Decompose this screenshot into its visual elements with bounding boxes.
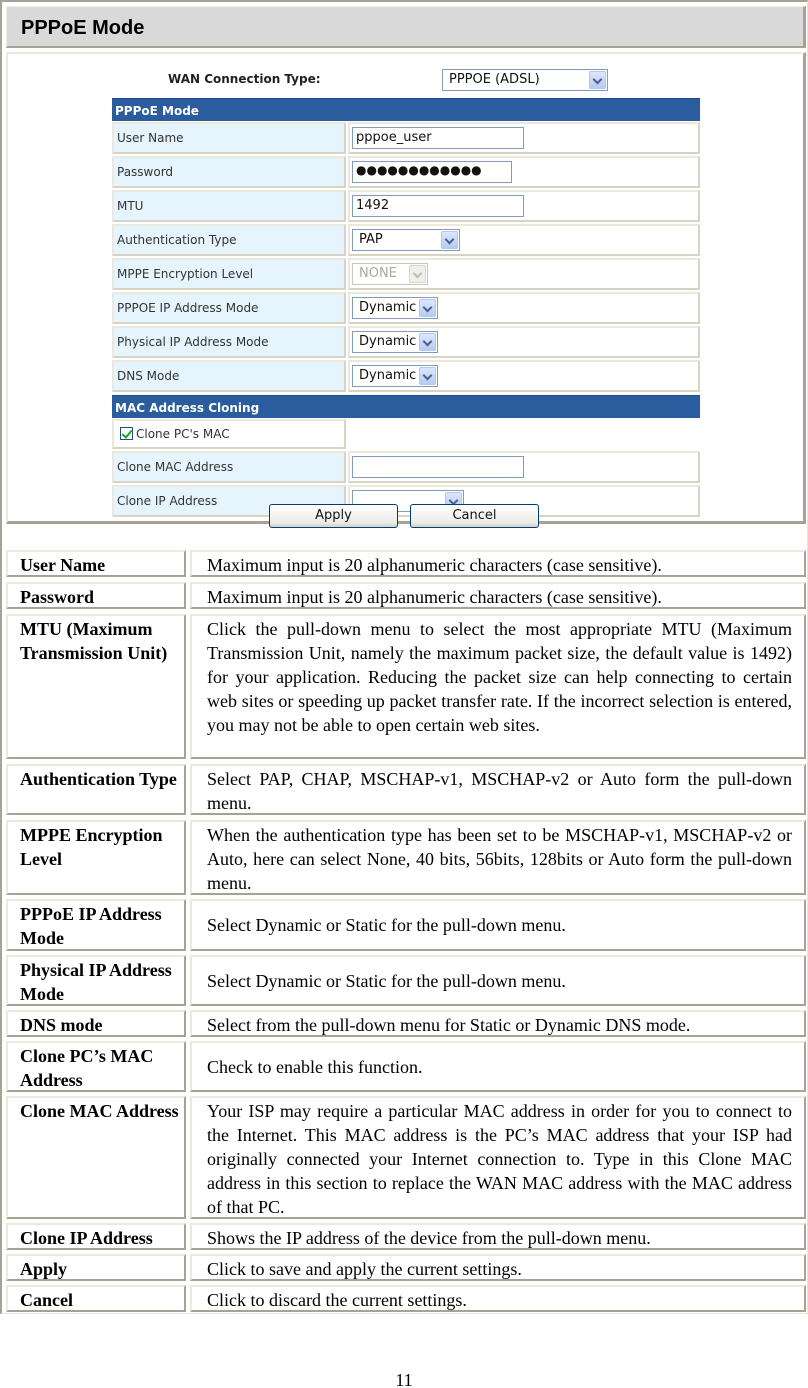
description-term: DNS mode xyxy=(6,1010,186,1037)
description-row: Clone MAC Address Your ISP may require a… xyxy=(6,1096,806,1219)
form-row-clone-ip-address: Clone IP Address xyxy=(112,485,700,518)
description-text: Select Dynamic or Static for the pull-do… xyxy=(190,899,806,951)
form-row-auth-type: Authentication Type PAP xyxy=(112,224,700,257)
description-text: Select Dynamic or Static for the pull-do… xyxy=(190,955,806,1006)
mac-cloning-section-header: MAC Address Cloning xyxy=(112,395,700,418)
physical-ip-mode-select[interactable]: Dynamic xyxy=(352,331,438,353)
physical-ip-mode-value: Dynamic xyxy=(359,334,417,349)
description-row: PPPoE IP Address Mode Select Dynamic or … xyxy=(6,899,806,951)
apply-button[interactable]: Apply xyxy=(269,504,398,528)
form-row-physical-ip-mode: Physical IP Address Mode Dynamic xyxy=(112,326,700,359)
description-term: Apply xyxy=(6,1254,186,1281)
description-term: Clone MAC Address xyxy=(6,1096,186,1219)
wan-connection-type-select[interactable]: PPPOE (ADSL) xyxy=(442,69,608,91)
description-row: MPPE Encryption Level When the authentic… xyxy=(6,820,806,895)
description-term: User Name xyxy=(6,550,186,577)
pppoe-ip-mode-select[interactable]: Dynamic xyxy=(352,297,438,319)
mppe-value: NONE xyxy=(359,266,397,281)
pppoe-form: PPPoE Mode User Name pppoe_user Password… xyxy=(112,98,700,518)
description-row: Cancel Click to discard the current sett… xyxy=(6,1285,806,1312)
dns-mode-select[interactable]: Dynamic xyxy=(352,365,438,387)
form-row-dns-mode: DNS Mode Dynamic xyxy=(112,360,700,393)
password-label: Password xyxy=(112,156,346,188)
description-row: DNS mode Select from the pull-down menu … xyxy=(6,1010,806,1037)
chevron-down-icon xyxy=(589,71,606,89)
mtu-input[interactable]: 1492 xyxy=(352,195,524,217)
description-row: Physical IP Address Mode Select Dynamic … xyxy=(6,955,806,1006)
description-term: Physical IP Address Mode xyxy=(6,955,186,1006)
document-table: PPPoE Mode WAN Connection Type: PPPOE (A… xyxy=(0,0,808,1314)
page-number: 11 xyxy=(395,1370,413,1388)
clone-mac-address-label: Clone MAC Address xyxy=(112,451,346,483)
description-term: Password xyxy=(6,582,186,609)
physical-ip-mode-label: Physical IP Address Mode xyxy=(112,326,346,358)
password-input[interactable]: ●●●●●●●●●●●● xyxy=(352,161,512,183)
clone-pc-mac-checkbox-cell[interactable]: Clone PC's MAC xyxy=(112,419,346,449)
description-term: Authentication Type xyxy=(6,764,186,815)
description-row: MTU (Maximum Transmission Unit) Click th… xyxy=(6,614,806,759)
description-term: PPPoE IP Address Mode xyxy=(6,899,186,951)
description-text: Your ISP may require a particular MAC ad… xyxy=(190,1096,806,1219)
mtu-label: MTU xyxy=(112,190,346,222)
section-title: PPPoE Mode xyxy=(6,6,806,48)
description-text: Shows the IP address of the device from … xyxy=(190,1223,806,1250)
description-text: Click to save and apply the current sett… xyxy=(190,1254,806,1281)
form-row-clone-mac-address: Clone MAC Address xyxy=(112,451,700,484)
form-row-user-name: User Name pppoe_user xyxy=(112,122,700,155)
description-term: Cancel xyxy=(6,1285,186,1312)
description-text: Click to discard the current settings. xyxy=(190,1285,806,1312)
description-text: Check to enable this function. xyxy=(190,1041,806,1092)
form-row-pppoe-ip-mode: PPPOE IP Address Mode Dynamic xyxy=(112,292,700,325)
description-row: User Name Maximum input is 20 alphanumer… xyxy=(6,550,806,577)
router-ui-screenshot: WAN Connection Type: PPPOE (ADSL) PPPoE … xyxy=(6,52,806,528)
chevron-down-icon xyxy=(441,231,458,249)
clone-pc-mac-label: Clone PC's MAC xyxy=(136,427,230,441)
dns-mode-label: DNS Mode xyxy=(112,360,346,392)
form-row-clone-pc-mac: Clone PC's MAC xyxy=(112,419,700,450)
user-name-input[interactable]: pppoe_user xyxy=(352,127,524,149)
description-text: Maximum input is 20 alphanumeric charact… xyxy=(190,550,806,577)
description-text: Select PAP, CHAP, MSCHAP-v1, MSCHAP-v2 o… xyxy=(190,764,806,815)
mppe-select: NONE xyxy=(352,263,428,285)
description-term: Clone PC’s MAC Address xyxy=(6,1041,186,1092)
chevron-down-icon xyxy=(419,367,436,385)
wan-connection-type-value: PPPOE (ADSL) xyxy=(449,72,540,87)
pppoe-ip-mode-value: Dynamic xyxy=(359,300,417,315)
description-row: Clone IP Address Shows the IP address of… xyxy=(6,1223,806,1250)
description-term: Clone IP Address xyxy=(6,1223,186,1250)
pppoe-section-header: PPPoE Mode xyxy=(112,98,700,121)
form-row-password: Password ●●●●●●●●●●●● xyxy=(112,156,700,189)
description-term: MPPE Encryption Level xyxy=(6,820,186,895)
chevron-down-icon xyxy=(419,299,436,317)
auth-type-label: Authentication Type xyxy=(112,224,346,256)
auth-type-select[interactable]: PAP xyxy=(352,229,460,251)
dns-mode-value: Dynamic xyxy=(359,368,417,383)
description-row: Password Maximum input is 20 alphanumeri… xyxy=(6,582,806,609)
description-row: Authentication Type Select PAP, CHAP, MS… xyxy=(6,764,806,815)
chevron-down-icon xyxy=(419,333,436,351)
description-text: When the authentication type has been se… xyxy=(190,820,806,895)
clone-pc-mac-checkbox[interactable] xyxy=(120,427,133,440)
description-text: Select from the pull-down menu for Stati… xyxy=(190,1010,806,1037)
user-name-label: User Name xyxy=(112,122,346,154)
wan-connection-type-label: WAN Connection Type: xyxy=(168,72,321,86)
description-row: Clone PC’s MAC Address Check to enable t… xyxy=(6,1041,806,1092)
chevron-down-icon xyxy=(409,265,426,283)
description-row: Apply Click to save and apply the curren… xyxy=(6,1254,806,1281)
pppoe-ip-mode-label: PPPOE IP Address Mode xyxy=(112,292,346,324)
description-text: Click the pull-down menu to select the m… xyxy=(190,614,806,759)
auth-type-value: PAP xyxy=(359,232,383,247)
clone-mac-address-input[interactable] xyxy=(352,456,524,478)
mppe-label: MPPE Encryption Level xyxy=(112,258,346,290)
form-row-mppe: MPPE Encryption Level NONE xyxy=(112,258,700,291)
description-term: MTU (Maximum Transmission Unit) xyxy=(6,614,186,759)
cancel-button[interactable]: Cancel xyxy=(410,504,539,528)
form-row-mtu: MTU 1492 xyxy=(112,190,700,223)
description-text: Maximum input is 20 alphanumeric charact… xyxy=(190,582,806,609)
